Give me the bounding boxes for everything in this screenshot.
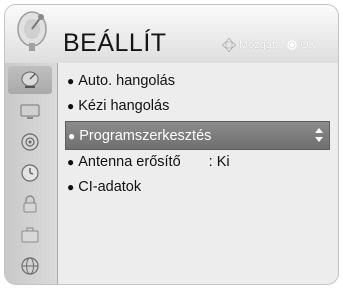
menu-header: BEÁLLÍT Mozgat. OK	[5, 5, 338, 64]
up-down-arrow-icon	[315, 128, 323, 142]
sidebar-item-network[interactable]	[8, 252, 52, 280]
menu-item-label: Antenna erősítő	[78, 154, 181, 170]
setup-dish-icon	[17, 11, 47, 51]
bullet-icon: ●	[67, 180, 75, 194]
menu-item-ci-info[interactable]: ● CI-adatok	[58, 175, 333, 199]
menu-item-manual-tuning[interactable]: ● Kézi hangolás	[58, 94, 333, 118]
menu-item-label: Programszerkesztés	[79, 127, 212, 144]
move-hint-label: Mozgat.	[238, 39, 279, 51]
sidebar-item-lock[interactable]	[8, 190, 52, 218]
move-arrows-icon	[221, 38, 236, 52]
bullet-icon: ●	[67, 74, 75, 88]
menu-item-label: Kézi hangolás	[78, 98, 170, 114]
sidebar-item-setup[interactable]	[8, 66, 52, 94]
speaker-icon	[21, 133, 39, 151]
sidebar-item-audio[interactable]	[8, 128, 52, 156]
antenna-booster-value: : Ki	[208, 154, 230, 170]
navigation-hint: Mozgat. OK	[221, 38, 316, 52]
menu-item-antenna-booster[interactable]: ● Antenna erősítő : Ki	[58, 150, 333, 174]
sidebar-item-picture[interactable]	[8, 97, 52, 125]
clock-icon	[21, 164, 39, 182]
menu-item-program-edit[interactable]: ● Programszerkesztés	[65, 121, 330, 150]
menu-list: ● Auto. hangolás ● Kézi hangolás ● Progr…	[58, 63, 338, 284]
satellite-dish-icon	[21, 71, 39, 88]
bullet-icon: ●	[68, 128, 76, 143]
setup-menu-panel: BEÁLLÍT Mozgat. OK ● Auto. hangolás ● Ké…	[4, 4, 339, 285]
ok-button-icon	[287, 40, 297, 50]
ok-hint-label: OK	[300, 39, 316, 51]
menu-item-auto-tuning[interactable]: ● Auto. hangolás	[58, 69, 333, 93]
globe-icon	[21, 257, 39, 275]
tv-screen-icon	[20, 104, 40, 119]
briefcase-icon	[21, 227, 39, 243]
bullet-icon: ●	[67, 155, 75, 169]
menu-item-label: CI-adatok	[78, 179, 142, 195]
page-title: BEÁLLÍT	[63, 29, 167, 57]
menu-item-label: Auto. hangolás	[78, 73, 175, 89]
lock-icon	[23, 195, 37, 213]
bullet-icon: ●	[67, 99, 75, 113]
sidebar-item-time[interactable]	[8, 159, 52, 187]
category-sidebar	[5, 63, 58, 284]
sidebar-item-options[interactable]	[8, 221, 52, 249]
